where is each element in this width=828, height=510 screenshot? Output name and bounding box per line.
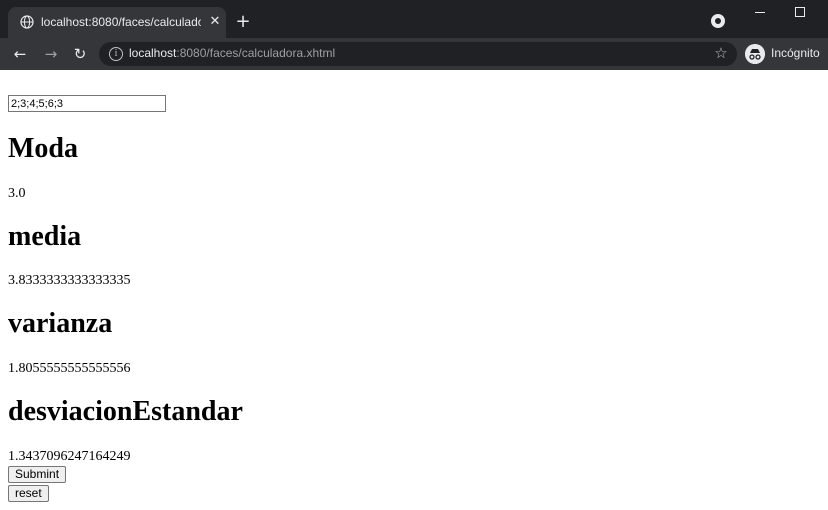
url-text[interactable]: localhost:8080/faces/calculadora.xhtml [129,46,335,60]
address-bar[interactable]: i localhost:8080/faces/calculadora.xhtml… [99,42,737,66]
reload-icon[interactable]: ↻ [70,44,90,64]
desviacion-estandar-value: 1.3437096247164249 [8,449,131,464]
maximize-button[interactable] [784,2,814,22]
url-path: :8080/faces/calculadora.xhtml [176,46,336,60]
tab-title: localhost:8080/faces/calculadora.xhtml [41,15,201,29]
browser-titlebar: localhost:8080/faces/calculadora.xhtml ✕… [0,0,828,38]
browser-tab[interactable]: localhost:8080/faces/calculadora.xhtml ✕ [8,7,226,38]
reset-button[interactable]: reset [8,485,49,502]
globe-icon [20,15,34,29]
moda-heading: Moda [8,133,78,164]
star-icon[interactable]: ☆ [711,43,731,63]
arrow-left-icon[interactable]: ← [10,44,30,64]
submit-button[interactable]: Submint [8,466,67,483]
info-icon[interactable]: i [109,47,123,61]
incognito-label: Incógnito [771,46,820,60]
incognito-icon [745,44,765,64]
desviacion-estandar-heading: desviacionEstandar [8,396,243,427]
media-heading: media [8,221,82,252]
data-input[interactable] [8,95,166,112]
browser-toolbar: ← → ↻ i localhost:8080/faces/calculadora… [0,38,828,70]
minimize-button[interactable] [746,2,774,22]
varianza-value: 1.8055555555555556 [8,361,131,376]
plus-icon[interactable]: + [233,12,253,32]
url-host: localhost [129,46,177,60]
varianza-heading: varianza [8,308,113,339]
extension-icon[interactable] [711,14,725,28]
close-icon[interactable]: ✕ [207,14,223,30]
moda-value: 3.0 [8,186,26,201]
arrow-right-icon[interactable]: → [41,44,61,64]
media-value: 3.8333333333333335 [8,273,131,288]
